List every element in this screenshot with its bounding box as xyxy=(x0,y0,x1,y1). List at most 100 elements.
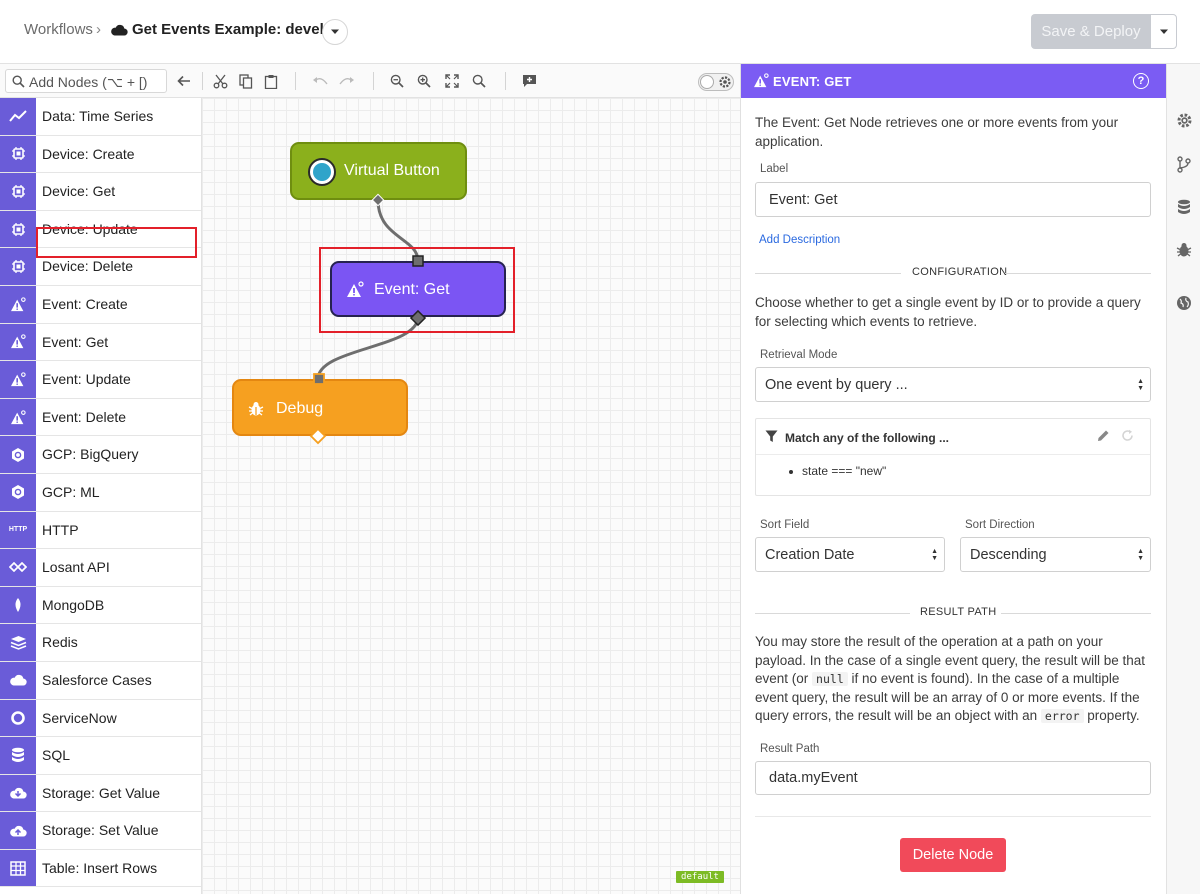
add-description-link[interactable]: Add Description xyxy=(759,234,840,246)
breadcrumb-workflows[interactable]: Workflows xyxy=(24,21,93,38)
back-arrow-icon[interactable] xyxy=(176,73,192,89)
cut-icon[interactable] xyxy=(212,73,228,89)
caret-down-icon xyxy=(331,29,339,34)
zoom-reset-icon[interactable] xyxy=(471,73,487,89)
sort-direction-select[interactable]: Descending ▲ ▼ xyxy=(960,537,1151,572)
palette-item-device-get[interactable]: Device: Get xyxy=(0,173,201,211)
palette-item-mongodb[interactable]: MongoDB xyxy=(0,586,201,625)
palette-item-data-time-series[interactable]: Data: Time Series xyxy=(0,98,201,136)
bug-icon xyxy=(248,401,264,422)
label-field-label: Label xyxy=(760,163,789,175)
settings-gear-icon[interactable] xyxy=(1175,111,1193,129)
node-virtual-button[interactable]: Virtual Button xyxy=(290,142,467,200)
palette-item-device-delete[interactable]: Device: Delete xyxy=(0,248,201,286)
sort-field-label: Sort Field xyxy=(760,519,810,531)
palette-item-event-update[interactable]: Event: Update xyxy=(0,361,201,399)
label-input[interactable]: Event: Get xyxy=(755,182,1151,217)
palette-item-losant-api[interactable]: Losant API xyxy=(0,549,201,587)
output-port[interactable] xyxy=(371,193,385,207)
query-title: Match any of the following ... xyxy=(785,431,949,445)
add-nodes-placeholder: Add Nodes (⌥ + [) xyxy=(29,74,148,90)
sort-field-value: Creation Date xyxy=(765,546,855,563)
palette-item-label: Event: Create xyxy=(42,295,128,312)
query-bullet xyxy=(789,470,793,474)
palette-item-sql[interactable]: SQL xyxy=(0,737,201,775)
palette-item-event-create[interactable]: Event: Create xyxy=(0,285,201,324)
paste-icon[interactable] xyxy=(263,73,279,89)
event-icon xyxy=(0,398,36,436)
zoom-out-icon[interactable] xyxy=(389,73,405,89)
toolbar-divider xyxy=(202,72,203,90)
edit-icon[interactable] xyxy=(1097,429,1110,447)
toolbar-divider xyxy=(373,72,374,90)
right-rail xyxy=(1166,64,1200,894)
branch-icon[interactable] xyxy=(1175,155,1193,173)
save-options-button[interactable] xyxy=(1150,14,1177,49)
palette-item-http[interactable]: HTTP HTTP xyxy=(0,511,201,550)
filter-icon xyxy=(765,430,778,448)
palette-item-storage-set-value[interactable]: Storage: Set Value xyxy=(0,812,201,850)
workflow-menu-button[interactable] xyxy=(322,19,348,45)
palette-item-gcp-ml[interactable]: GCP: ML xyxy=(0,473,201,512)
ring-icon xyxy=(0,699,36,737)
palette-item-label: SQL xyxy=(42,747,71,764)
node-connections xyxy=(316,199,420,380)
add-nodes-search[interactable]: Add Nodes (⌥ + [) xyxy=(5,69,167,93)
palette-item-servicenow[interactable]: ServiceNow xyxy=(0,699,201,738)
bug-icon[interactable] xyxy=(1175,241,1193,259)
palette-item-salesforce-cases[interactable]: Salesforce Cases xyxy=(0,661,201,700)
palette-item-event-delete[interactable]: Event: Delete xyxy=(0,398,201,437)
output-port[interactable] xyxy=(409,309,427,327)
editor-toolbar: Add Nodes (⌥ + [) xyxy=(0,64,740,98)
refresh-icon[interactable] xyxy=(1121,429,1134,447)
add-comment-icon[interactable] xyxy=(521,73,537,89)
save-deploy-button[interactable]: Save & Deploy xyxy=(1031,14,1151,49)
palette-item-event-get[interactable]: Event: Get xyxy=(0,323,201,362)
workflow-canvas[interactable]: Virtual Button Event: Get Debug default xyxy=(202,98,740,894)
redo-icon[interactable] xyxy=(339,73,355,89)
palette-item-label: Data: Time Series xyxy=(42,108,154,124)
code-error: error xyxy=(1040,709,1084,723)
gcp-icon xyxy=(0,436,36,473)
palette-item-storage-get-value[interactable]: Storage: Get Value xyxy=(0,774,201,813)
result-path-label: Result Path xyxy=(760,743,820,755)
globe-icon[interactable] xyxy=(1175,294,1193,312)
fit-to-screen-icon[interactable] xyxy=(444,73,460,89)
code-null: null xyxy=(812,672,848,686)
panel-header: EVENT: GET ? xyxy=(741,64,1167,98)
node-label: Debug xyxy=(276,400,324,417)
select-arrows-icon: ▲ ▼ xyxy=(1137,378,1144,392)
retrieval-mode-select[interactable]: One event by query ... ▲ ▼ xyxy=(755,367,1151,402)
result-path-input[interactable]: data.myEvent xyxy=(755,761,1151,795)
sort-field-select[interactable]: Creation Date ▲ ▼ xyxy=(755,537,945,572)
palette-item-label: Storage: Set Value xyxy=(42,822,159,839)
configuration-heading-text: CONFIGURATION xyxy=(912,266,1008,278)
cloud-icon xyxy=(0,661,36,699)
cloud-download-icon xyxy=(0,774,36,812)
copy-icon[interactable] xyxy=(238,73,254,89)
query-header: Match any of the following ... xyxy=(756,419,1150,455)
virtual-button-icon xyxy=(308,158,336,186)
undo-icon[interactable] xyxy=(312,73,328,89)
retrieval-mode-value: One event by query ... xyxy=(765,376,908,393)
select-arrows-icon: ▲ ▼ xyxy=(1137,548,1144,562)
caret-down-icon xyxy=(1159,29,1168,34)
debug-toggle[interactable] xyxy=(698,73,734,91)
zoom-in-icon[interactable] xyxy=(416,73,432,89)
delete-node-button[interactable]: Delete Node xyxy=(900,838,1006,872)
losant-icon xyxy=(0,549,36,586)
database-icon[interactable] xyxy=(1175,198,1193,216)
output-port[interactable] xyxy=(309,427,327,445)
result-path-heading-text: RESULT PATH xyxy=(920,606,997,618)
palette-item-redis[interactable]: Redis xyxy=(0,624,201,662)
palette-item-gcp-bigquery[interactable]: GCP: BigQuery xyxy=(0,436,201,474)
input-port[interactable] xyxy=(411,254,425,268)
input-port[interactable] xyxy=(312,372,326,386)
palette-item-device-create[interactable]: Device: Create xyxy=(0,135,201,174)
workflow-title: Get Events Example: develop xyxy=(132,21,343,38)
help-icon[interactable]: ? xyxy=(1133,73,1149,89)
device-icon xyxy=(0,135,36,173)
palette-item-label: HTTP xyxy=(42,521,79,538)
palette-item-table-insert-rows[interactable]: Table: Insert Rows xyxy=(0,849,201,888)
palette-item-device-update[interactable]: Device: Update xyxy=(0,210,201,249)
